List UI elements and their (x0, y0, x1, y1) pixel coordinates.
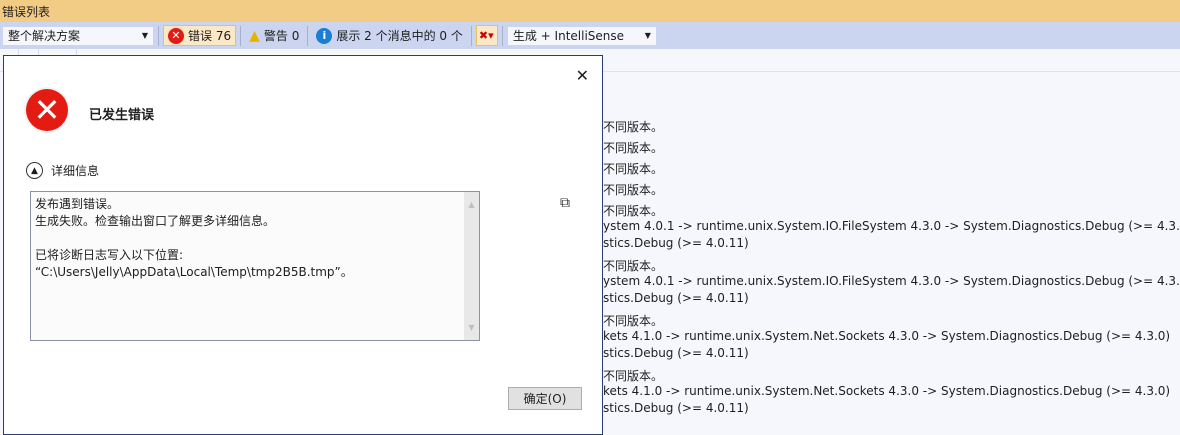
list-line: stics.Debug (>= 4.0.11) (603, 401, 749, 415)
separator (501, 25, 503, 46)
list-line: 不同版本。 (603, 369, 664, 383)
list-line: stics.Debug (>= 4.0.11) (603, 291, 749, 305)
separator (307, 25, 309, 46)
list-line: 不同版本。 (603, 162, 664, 176)
separator (240, 25, 242, 46)
ok-button[interactable]: 确定(O) (508, 387, 582, 410)
warning-icon: ▲ (249, 27, 260, 44)
list-line: ystem 4.0.1 -> runtime.unix.System.IO.Fi… (603, 274, 1180, 288)
list-line: ystem 4.0.1 -> runtime.unix.System.IO.Fi… (603, 219, 1180, 233)
errors-label: 错误 76 (188, 29, 232, 43)
error-icon: ✕ (168, 27, 184, 44)
dialog-heading: 已发生错误 (89, 108, 155, 123)
list-line: 不同版本。 (603, 259, 664, 273)
list-line: 不同版本。 (603, 314, 664, 328)
details-line: 已将诊断日志写入以下位置: (35, 248, 184, 262)
messages-label: 展示 2 个消息中的 0 个 (336, 29, 463, 43)
warnings-label: 警告 0 (263, 29, 300, 43)
list-line: stics.Debug (>= 4.0.11) (603, 236, 749, 250)
scope-value: 整个解决方案 (8, 29, 81, 43)
chevron-up-icon: ▲ (26, 162, 43, 179)
details-textbox[interactable]: 发布遇到错误。生成失败。检查输出窗口了解更多详细信息。 已将诊断日志写入以下位置:… (30, 191, 480, 341)
chevron-down-icon: ▼ (644, 31, 651, 40)
warnings-filter-button[interactable]: ▲ 警告 0 (245, 25, 303, 46)
details-label: 详细信息 (51, 164, 100, 178)
list-line: 不同版本。 (603, 141, 664, 155)
copy-icon[interactable]: ⧉ (560, 195, 570, 211)
clear-filter-icon[interactable]: ✖▾ (475, 25, 498, 46)
details-line: 生成失败。检查输出窗口了解更多详细信息。 (35, 214, 276, 228)
list-line: stics.Debug (>= 4.0.11) (603, 346, 749, 360)
build-filter-dropdown[interactable]: 生成 + IntelliSense ▼ (506, 25, 657, 46)
error-icon: ✕ (26, 89, 68, 131)
details-line: “C:\Users\Jelly\AppData\Local\Temp\tmp2B… (35, 265, 353, 279)
list-line: 不同版本。 (603, 120, 664, 134)
error-list-toolbar: 整个解决方案 ▼ ✕ 错误 76 ▲ 警告 0 i 展示 2 个消息中的 0 个 ✖▾ … (0, 22, 1180, 49)
window-title: 错误列表 (0, 0, 1180, 22)
scrollbar[interactable]: ▲ ▼ (464, 192, 479, 340)
build-filter-value: 生成 + IntelliSense (512, 29, 625, 43)
separator (470, 25, 472, 46)
list-line: kets 4.1.0 -> runtime.unix.System.Net.So… (603, 384, 1171, 398)
separator (158, 25, 159, 46)
errors-filter-button[interactable]: ✕ 错误 76 (163, 25, 237, 46)
scope-dropdown[interactable]: 整个解决方案 ▼ (2, 25, 154, 46)
list-line: 不同版本。 (603, 204, 664, 218)
chevron-down-icon: ▼ (141, 31, 148, 40)
details-line: 发布遇到错误。 (35, 197, 120, 211)
details-line (35, 230, 475, 247)
info-icon: i (316, 27, 333, 44)
messages-filter-button[interactable]: i 展示 2 个消息中的 0 个 (312, 25, 467, 46)
list-line: kets 4.1.0 -> runtime.unix.System.Net.So… (603, 329, 1171, 343)
list-line: 不同版本。 (603, 183, 664, 197)
close-icon[interactable]: ✕ (576, 66, 589, 85)
details-toggle[interactable]: ▲ 详细信息 (26, 162, 99, 179)
error-dialog: ✕ ✕ 已发生错误 ▲ 详细信息 发布遇到错误。生成失败。检查输出窗口了解更多详细… (3, 55, 603, 435)
